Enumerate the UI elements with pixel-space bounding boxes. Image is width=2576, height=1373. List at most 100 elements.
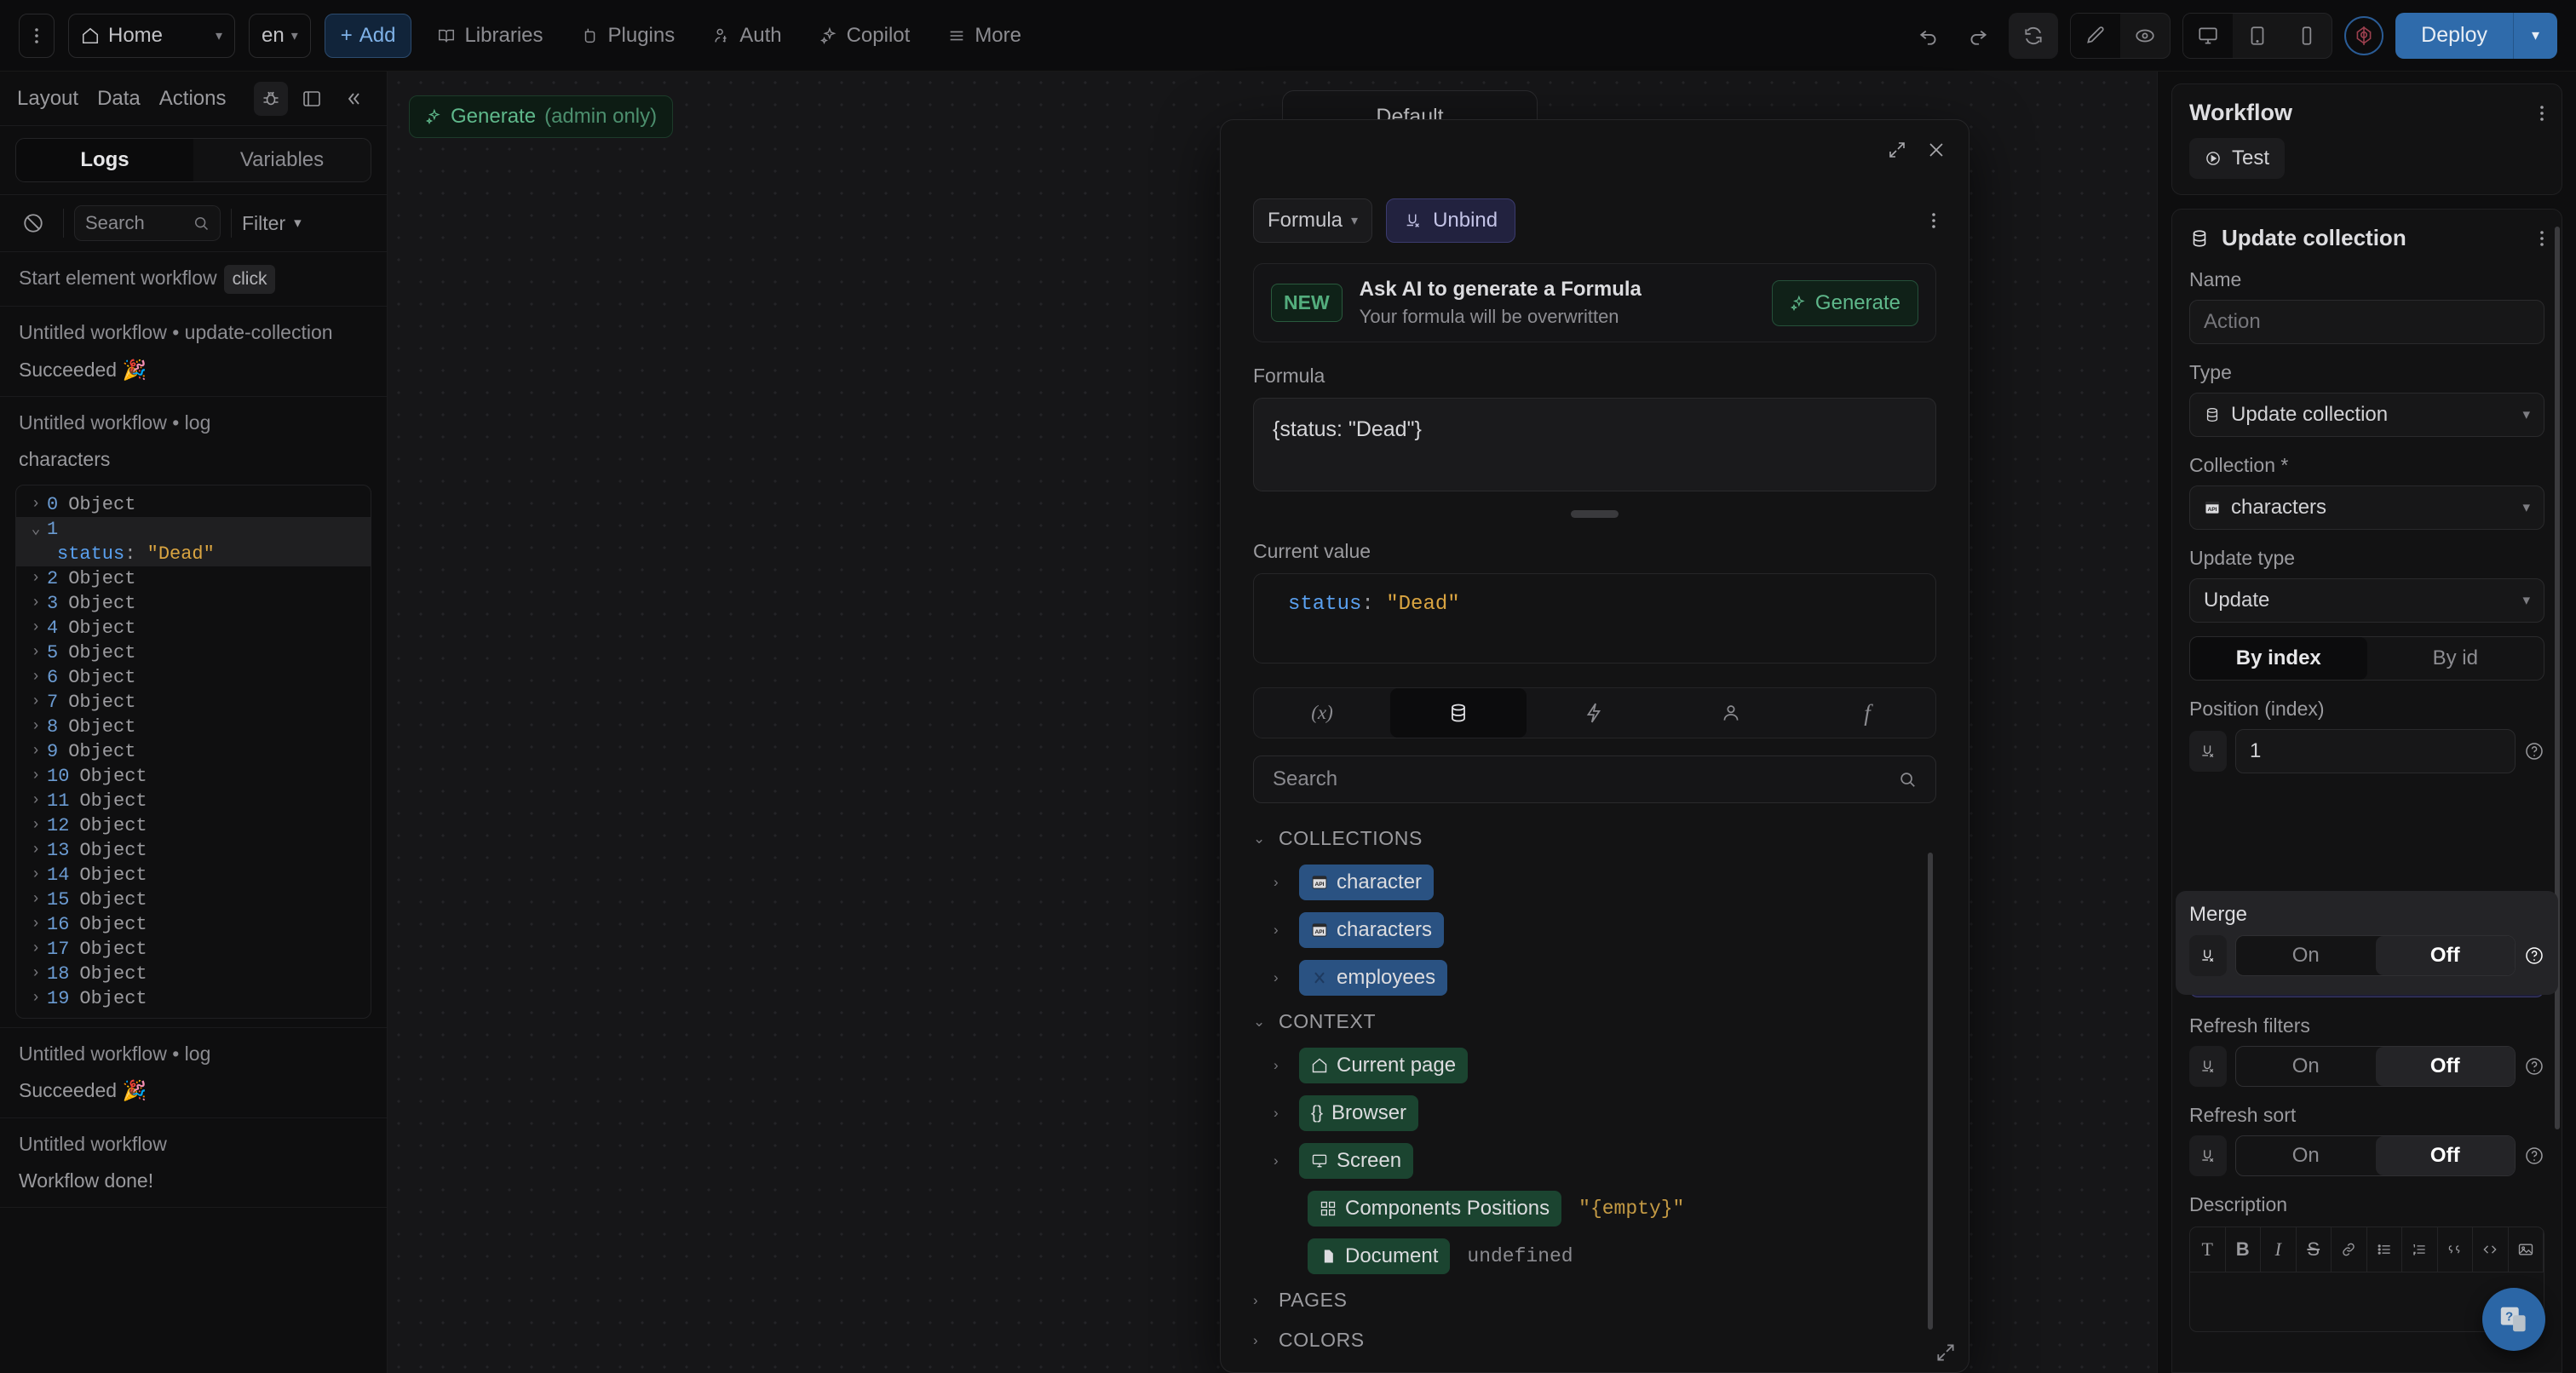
json-row[interactable]: › 5 Object: [16, 641, 371, 665]
panel-toggle-icon[interactable]: [295, 82, 329, 116]
image-icon[interactable]: [2509, 1227, 2544, 1272]
refresh-filters-off[interactable]: Off: [2375, 1047, 2515, 1086]
log-entry[interactable]: Untitled workflow • update-collection Su…: [0, 307, 387, 398]
desktop-icon[interactable]: [2183, 13, 2234, 58]
tree-section-colors[interactable]: › COLORS: [1253, 1320, 1918, 1360]
tab-user-icon[interactable]: [1663, 688, 1799, 738]
segment-variables[interactable]: Variables: [193, 139, 371, 181]
json-row[interactable]: ⌄ 1: [16, 516, 371, 542]
json-row[interactable]: › 12 Object: [16, 813, 371, 838]
ai-generate-button[interactable]: Generate: [1771, 279, 1918, 326]
add-button[interactable]: + Add: [324, 13, 412, 58]
refresh-icon[interactable]: [2009, 12, 2059, 59]
refresh-sort-on[interactable]: On: [2236, 1136, 2376, 1175]
json-row[interactable]: › 13 Object: [16, 838, 371, 863]
quote-icon[interactable]: [2438, 1227, 2473, 1272]
refresh-sort-off[interactable]: Off: [2375, 1136, 2515, 1175]
undo-icon[interactable]: [1910, 17, 1947, 55]
mobile-icon[interactable]: [2282, 14, 2332, 58]
bullet-list-icon[interactable]: [2367, 1227, 2402, 1272]
link-icon[interactable]: [2332, 1227, 2367, 1272]
json-row[interactable]: › 9 Object: [16, 739, 371, 764]
segment-by-index[interactable]: By index: [2190, 637, 2367, 680]
tab-actions[interactable]: Actions: [159, 87, 227, 111]
tree-item-document[interactable]: Document undefined: [1253, 1232, 1918, 1280]
bold-icon[interactable]: B: [2226, 1227, 2261, 1272]
modal-kebab-icon[interactable]: [1931, 210, 1936, 231]
help-icon[interactable]: [2524, 1056, 2544, 1077]
action-kebab-icon[interactable]: [2539, 228, 2544, 249]
edit-mode-icon[interactable]: [2071, 13, 2121, 58]
tab-variables-icon[interactable]: (x): [1254, 688, 1390, 738]
log-filter-dropdown[interactable]: Filter ▾: [242, 212, 302, 235]
nav-item-auth[interactable]: Auth: [700, 14, 793, 58]
tree-search-input[interactable]: Search: [1253, 755, 1936, 803]
nav-item-plugins[interactable]: Plugins: [569, 14, 687, 58]
merge-toggle-on[interactable]: On: [2236, 936, 2376, 975]
numbered-list-icon[interactable]: [2402, 1227, 2438, 1272]
avatar[interactable]: [2344, 15, 2384, 55]
json-row[interactable]: › 11 Object: [16, 789, 371, 813]
bind-position-icon[interactable]: [2189, 731, 2227, 772]
name-input[interactable]: Action: [2189, 300, 2544, 344]
clear-logs-icon[interactable]: [14, 212, 53, 234]
json-row[interactable]: › 18 Object: [16, 962, 371, 986]
tablet-icon[interactable]: [2233, 14, 2282, 58]
formula-mode-selector[interactable]: Formula ▾: [1253, 198, 1373, 243]
tab-functions-icon[interactable]: f: [1799, 688, 1935, 738]
help-icon[interactable]: [2524, 741, 2544, 761]
collection-select[interactable]: API characters ▾: [2189, 485, 2544, 530]
deploy-button[interactable]: Deploy: [2395, 12, 2513, 59]
tree-item-browser[interactable]: › {} Browser: [1253, 1089, 1918, 1137]
refresh-filters-on[interactable]: On: [2236, 1047, 2376, 1086]
tab-collections-icon[interactable]: [1390, 688, 1527, 738]
tree-item-character[interactable]: › API character: [1253, 859, 1918, 906]
test-workflow-button[interactable]: Test: [2189, 138, 2286, 179]
help-icon[interactable]: [2524, 945, 2544, 966]
log-entry[interactable]: Untitled workflow • log characters: [0, 397, 387, 474]
log-entry[interactable]: Untitled workflow • log Succeeded 🎉: [0, 1026, 387, 1118]
bug-icon[interactable]: [254, 81, 288, 116]
json-row[interactable]: › 17 Object: [16, 937, 371, 962]
code-icon[interactable]: [2473, 1227, 2509, 1272]
help-fab-button[interactable]: ?: [2482, 1288, 2545, 1351]
update-type-select[interactable]: Update ▾: [2189, 578, 2544, 623]
position-input[interactable]: 1: [2235, 729, 2516, 773]
segment-logs[interactable]: Logs: [16, 139, 193, 181]
log-entry[interactable]: Start element workflow click: [0, 252, 387, 307]
merge-toggle-off[interactable]: Off: [2375, 936, 2515, 975]
preview-mode-icon[interactable]: [2120, 14, 2170, 58]
json-row[interactable]: › 7 Object: [16, 690, 371, 715]
segment-by-id[interactable]: By id: [2367, 637, 2544, 680]
deploy-dropdown-icon[interactable]: ▾: [2513, 12, 2557, 59]
close-icon[interactable]: [1926, 140, 1946, 160]
bind-merge-icon[interactable]: [2189, 935, 2227, 976]
nav-item-copilot[interactable]: Copilot: [808, 14, 923, 58]
json-row[interactable]: › 15 Object: [16, 888, 371, 912]
tab-triggers-icon[interactable]: [1527, 688, 1663, 738]
modal-resize-handle[interactable]: [1935, 1341, 1957, 1364]
json-row[interactable]: › 16 Object: [16, 912, 371, 937]
type-select[interactable]: Update collection ▾: [2189, 393, 2544, 437]
workflow-kebab-icon[interactable]: [2539, 103, 2544, 124]
log-search-input[interactable]: Search: [74, 205, 221, 241]
collapse-panel-icon[interactable]: [336, 82, 370, 116]
tree-item-screen[interactable]: › Screen: [1253, 1137, 1918, 1185]
log-entry[interactable]: Untitled workflow Workflow done!: [0, 1118, 387, 1209]
json-row[interactable]: › 3 Object: [16, 591, 371, 616]
formula-input[interactable]: {status: "Dead"}: [1253, 398, 1936, 491]
right-panel-scrollbar[interactable]: [2555, 227, 2560, 1129]
tree-scrollbar[interactable]: [1928, 853, 1933, 1330]
json-row[interactable]: › 14 Object: [16, 863, 371, 888]
kebab-menu-icon[interactable]: [19, 13, 55, 58]
json-row[interactable]: › 19 Object: [16, 986, 371, 1011]
tree-item-components-positions[interactable]: Components Positions "{empty}": [1253, 1185, 1918, 1232]
nav-item-libraries[interactable]: Libraries: [425, 14, 555, 58]
tree-item-current-page[interactable]: › Current page: [1253, 1042, 1918, 1089]
page-selector[interactable]: Home ▾: [68, 13, 235, 58]
strikethrough-icon[interactable]: S: [2297, 1227, 2332, 1272]
modal-drag-handle[interactable]: [1571, 510, 1619, 518]
italic-icon[interactable]: I: [2261, 1227, 2297, 1272]
tree-item-employees[interactable]: › employees: [1253, 954, 1918, 1002]
tree-section-pages[interactable]: › PAGES: [1253, 1280, 1918, 1320]
